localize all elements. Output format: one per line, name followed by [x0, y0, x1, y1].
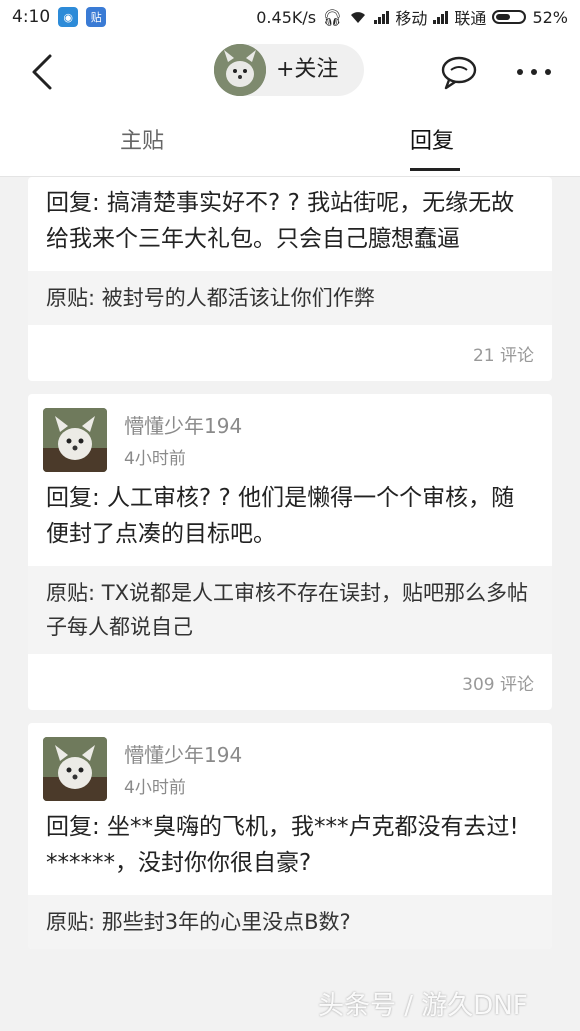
reply-feed: 回复: 搞清楚事实好不? ? 我站街呢，无缘无故给我来个三年大礼包。只会自己臆想…	[28, 177, 552, 962]
back-arrow-icon[interactable]	[26, 52, 62, 92]
comment-count[interactable]: 21 评论	[473, 341, 534, 366]
reply-text: 回复: 坐**臭嗨的飞机，我***卢克都没有去过! ******，没封你你很自豪…	[46, 814, 519, 876]
reply-card[interactable]: 懵懂少年194 4小时前 回复: 坐**臭嗨的飞机，我***卢克都没有去过! *…	[28, 723, 552, 949]
username[interactable]: 懵懂少年194	[124, 410, 242, 439]
reply-text: 回复: 人工审核? ? 他们是懒得一个个审核，随便封了点凑的目标吧。	[46, 485, 515, 547]
headphone-icon: 🎧︎	[322, 7, 343, 27]
author-avatar[interactable]	[214, 44, 266, 96]
status-bar: 4:10 ◉ 贴 0.45K/s 🎧︎ 移动 联通 52%	[0, 0, 580, 34]
carrier-2: 联通	[454, 9, 487, 28]
carrier-1: 移动	[395, 9, 428, 28]
network-speed: 0.45K/s	[256, 7, 317, 27]
watermark: 头条号 / 游久DNF	[318, 991, 528, 1021]
user-avatar[interactable]	[43, 408, 107, 472]
card-header: 懵懂少年194 4小时前	[28, 394, 552, 480]
wifi-icon	[351, 12, 366, 23]
status-time: 4:10	[12, 7, 51, 27]
original-post-quote[interactable]: 原贴: TX说都是人工审核不存在误封，贴吧那么多帖子每人都说自己	[28, 566, 552, 654]
battery-icon	[492, 10, 527, 24]
user-avatar[interactable]	[43, 737, 107, 801]
top-nav: +关注	[0, 34, 580, 110]
tab-replies[interactable]: 回复	[410, 110, 454, 176]
card-header: 懵懂少年194 4小时前	[28, 723, 552, 809]
signal-icon-2	[433, 10, 449, 24]
username[interactable]: 懵懂少年194	[124, 739, 242, 768]
tab-bar: 主贴 回复	[0, 110, 580, 177]
chat-bubble-icon[interactable]	[440, 54, 478, 90]
reply-card[interactable]: 回复: 搞清楚事实好不? ? 我站街呢，无缘无故给我来个三年大礼包。只会自己臆想…	[28, 177, 552, 381]
more-icon[interactable]	[514, 64, 554, 80]
tab-main-posts[interactable]: 主贴	[120, 110, 164, 176]
follow-label[interactable]: +关注	[276, 44, 338, 96]
post-time: 4小时前	[124, 778, 186, 798]
card-footer: 309 评论	[28, 654, 552, 710]
original-post-quote[interactable]: 原贴: 那些封3年的心里没点B数?	[28, 895, 552, 949]
active-tab-indicator	[410, 168, 460, 171]
follow-button[interactable]: +关注	[214, 44, 364, 96]
signal-icon-1	[374, 10, 390, 24]
post-time: 4小时前	[124, 449, 186, 469]
reply-card[interactable]: 懵懂少年194 4小时前 回复: 人工审核? ? 他们是懒得一个个审核，随便封了…	[28, 394, 552, 710]
battery-percent: 52%	[532, 7, 568, 27]
qq-icon: ◉	[58, 7, 79, 27]
reply-text: 回复: 搞清楚事实好不? ? 我站街呢，无缘无故给我来个三年大礼包。只会自己臆想…	[46, 190, 515, 252]
original-post-quote[interactable]: 原贴: 被封号的人都活该让你们作弊	[28, 271, 552, 325]
card-footer: 21 评论	[28, 325, 552, 381]
comment-count[interactable]: 309 评论	[462, 670, 534, 695]
tieba-icon: 贴	[86, 7, 107, 27]
